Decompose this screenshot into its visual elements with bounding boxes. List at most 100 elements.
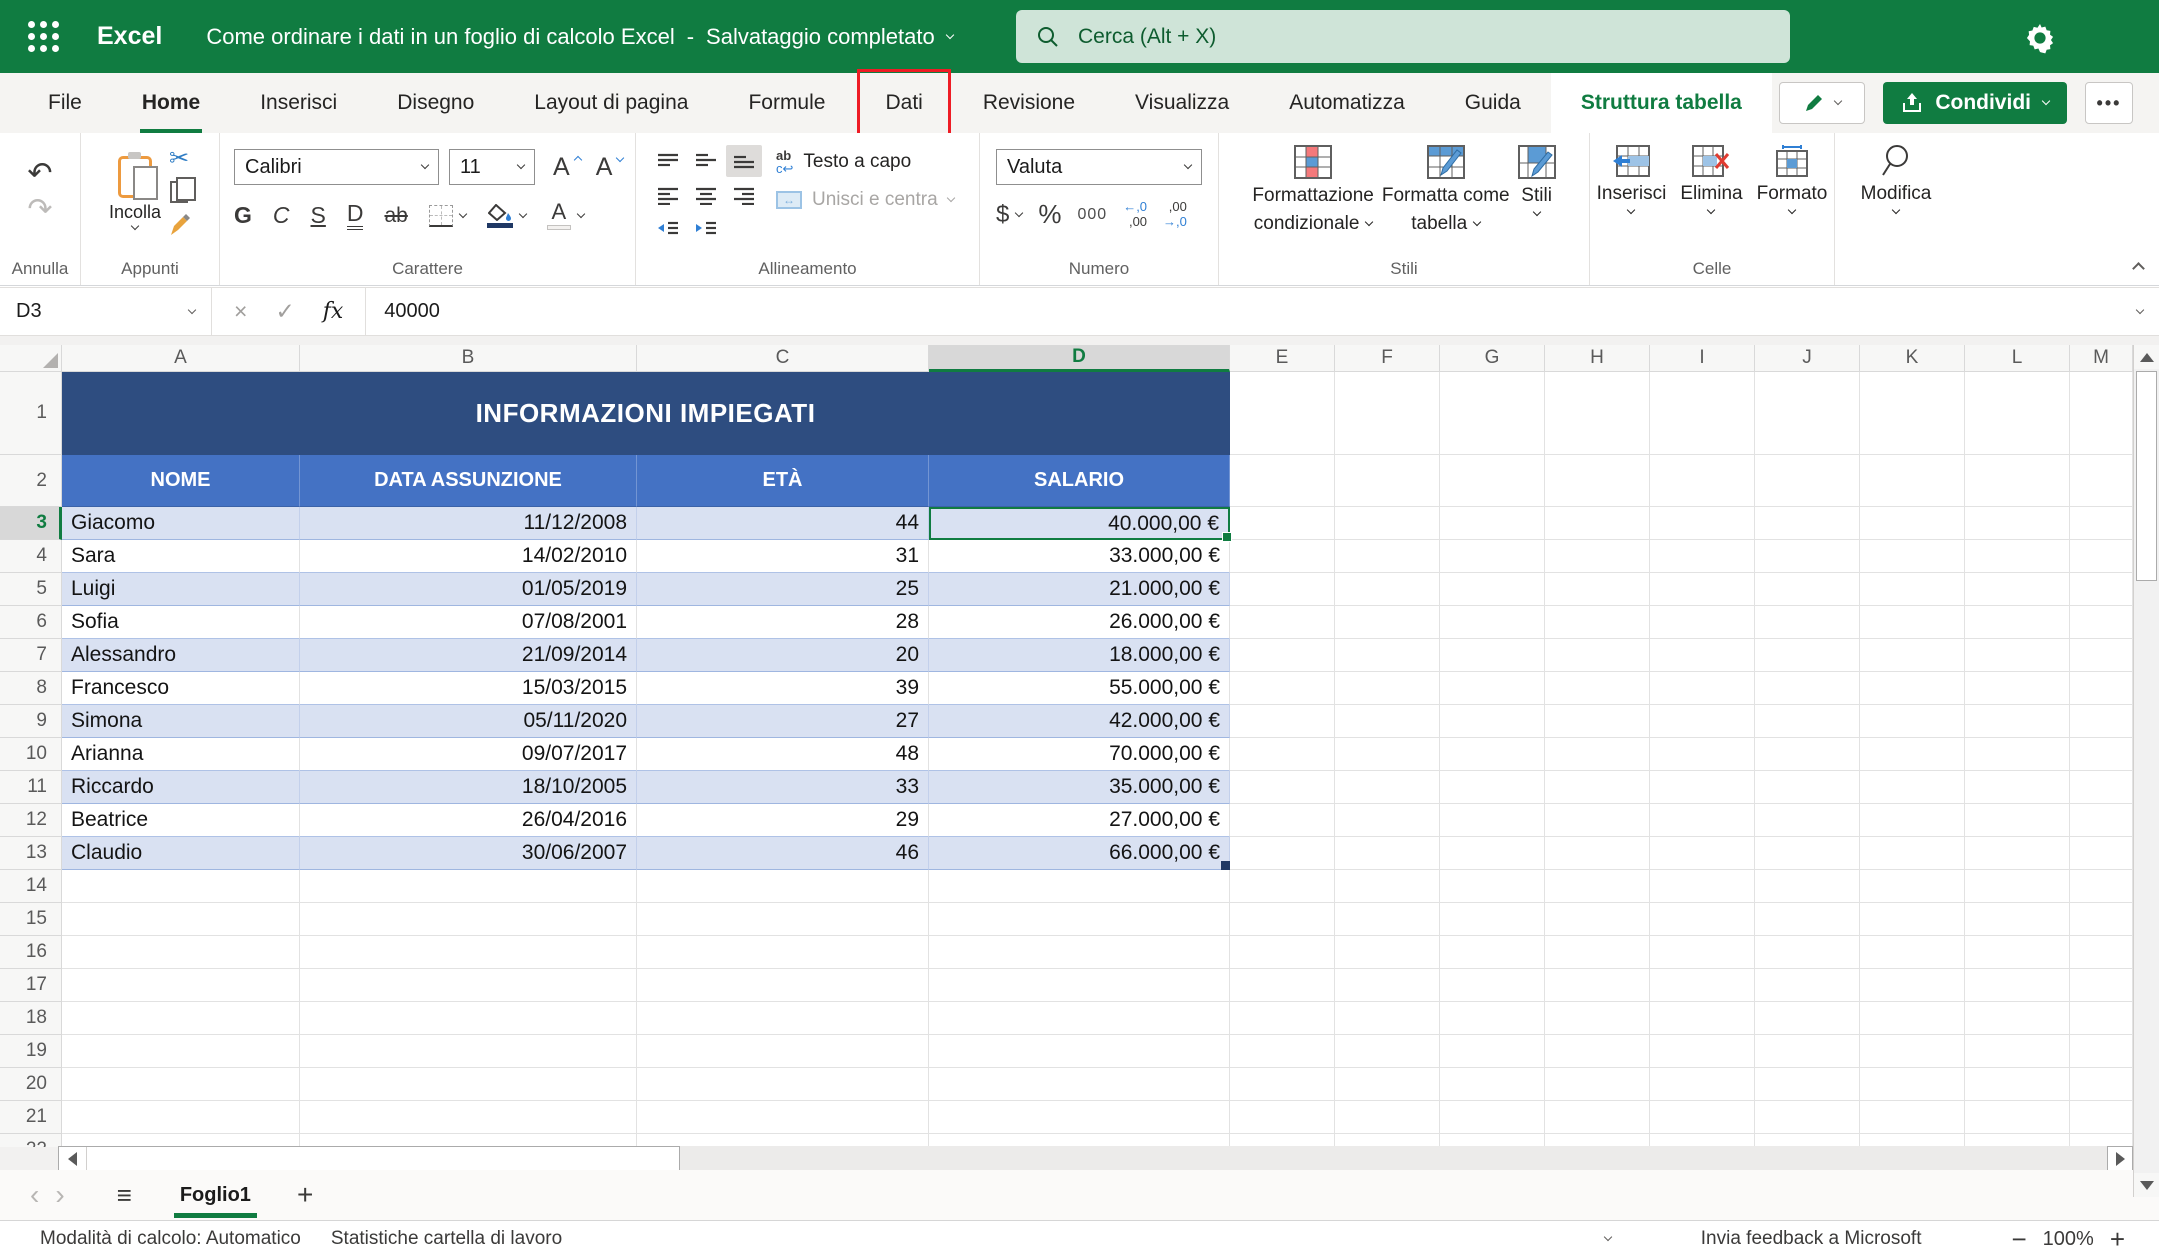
cell-G12[interactable] (1440, 804, 1545, 837)
cell-B16[interactable] (300, 936, 637, 969)
row-header-17[interactable]: 17 (0, 969, 62, 1002)
vertical-scrollbar-track[interactable] (2133, 345, 2159, 1197)
cell-B9[interactable]: 05/11/2020 (300, 705, 637, 738)
cell-M3[interactable] (2070, 507, 2133, 540)
tab-home[interactable]: Home (112, 73, 230, 133)
cell-J16[interactable] (1755, 936, 1860, 969)
cell-G6[interactable] (1440, 606, 1545, 639)
cell-D8[interactable]: 55.000,00 € (929, 672, 1230, 705)
cell-F20[interactable] (1335, 1068, 1440, 1101)
cell-L14[interactable] (1965, 870, 2070, 903)
align-bottom-button[interactable] (726, 145, 762, 177)
cell-L8[interactable] (1965, 672, 2070, 705)
cell-K6[interactable] (1860, 606, 1965, 639)
cell-D19[interactable] (929, 1035, 1230, 1068)
cell-H3[interactable] (1545, 507, 1650, 540)
cell-L21[interactable] (1965, 1101, 2070, 1134)
cell-J11[interactable] (1755, 771, 1860, 804)
editing-mode-button[interactable] (1779, 82, 1865, 124)
align-right-button[interactable] (726, 179, 762, 211)
cell-I13[interactable] (1650, 837, 1755, 870)
cell-J19[interactable] (1755, 1035, 1860, 1068)
cell-E10[interactable] (1230, 738, 1335, 771)
cell-E7[interactable] (1230, 639, 1335, 672)
cell-B7[interactable]: 21/09/2014 (300, 639, 637, 672)
cell-F2[interactable] (1335, 455, 1440, 507)
cell-K14[interactable] (1860, 870, 1965, 903)
cell-J10[interactable] (1755, 738, 1860, 771)
cell-L2[interactable] (1965, 455, 2070, 507)
row-header-6[interactable]: 6 (0, 606, 62, 639)
cell-G20[interactable] (1440, 1068, 1545, 1101)
cell-I18[interactable] (1650, 1002, 1755, 1035)
cell-L15[interactable] (1965, 903, 2070, 936)
cell-M18[interactable] (2070, 1002, 2133, 1035)
cell-B10[interactable]: 09/07/2017 (300, 738, 637, 771)
cell-F13[interactable] (1335, 837, 1440, 870)
cell-L20[interactable] (1965, 1068, 2070, 1101)
cell-L18[interactable] (1965, 1002, 2070, 1035)
cell-G10[interactable] (1440, 738, 1545, 771)
cell-E17[interactable] (1230, 969, 1335, 1002)
cell-F16[interactable] (1335, 936, 1440, 969)
cell-G19[interactable] (1440, 1035, 1545, 1068)
cell-L1[interactable] (1965, 372, 2070, 455)
cell-G1[interactable] (1440, 372, 1545, 455)
cell-K4[interactable] (1860, 540, 1965, 573)
cell-G4[interactable] (1440, 540, 1545, 573)
cell-G2[interactable] (1440, 455, 1545, 507)
cell-K10[interactable] (1860, 738, 1965, 771)
horizontal-scrollbar[interactable] (58, 1146, 680, 1172)
collapse-ribbon-button[interactable] (2132, 262, 2145, 275)
cell-K18[interactable] (1860, 1002, 1965, 1035)
cell-B20[interactable] (300, 1068, 637, 1101)
column-header-F[interactable]: F (1335, 345, 1440, 372)
column-header-B[interactable]: B (300, 345, 637, 372)
cell-A13[interactable]: Claudio (62, 837, 300, 870)
cell-G17[interactable] (1440, 969, 1545, 1002)
zoom-out-button[interactable]: − (2001, 1226, 2036, 1252)
cell-B21[interactable] (300, 1101, 637, 1134)
cell-I1[interactable] (1650, 372, 1755, 455)
cell-C10[interactable]: 48 (637, 738, 929, 771)
cell-L17[interactable] (1965, 969, 2070, 1002)
merge-center-button[interactable]: ↔ Unisci e centra (776, 189, 954, 211)
number-format-select[interactable]: Valuta (996, 149, 1202, 185)
calculation-mode-status[interactable]: Modalità di calcolo: Automatico (40, 1228, 301, 1250)
column-header-K[interactable]: K (1860, 345, 1965, 372)
delete-cells-button[interactable]: Elimina (1680, 145, 1742, 213)
cell-M21[interactable] (2070, 1101, 2133, 1134)
table-header-B2[interactable]: DATA ASSUNZIONE (300, 455, 637, 507)
column-header-J[interactable]: J (1755, 345, 1860, 372)
cell-I21[interactable] (1650, 1101, 1755, 1134)
borders-button[interactable] (429, 205, 466, 227)
cell-E15[interactable] (1230, 903, 1335, 936)
cell-C17[interactable] (637, 969, 929, 1002)
select-all-corner[interactable] (0, 345, 62, 372)
cell-K21[interactable] (1860, 1101, 1965, 1134)
cell-E11[interactable] (1230, 771, 1335, 804)
cell-D12[interactable]: 27.000,00 € (929, 804, 1230, 837)
cell-I12[interactable] (1650, 804, 1755, 837)
column-header-E[interactable]: E (1230, 345, 1335, 372)
cell-A15[interactable] (62, 903, 300, 936)
cell-H8[interactable] (1545, 672, 1650, 705)
cell-C18[interactable] (637, 1002, 929, 1035)
cell-M8[interactable] (2070, 672, 2133, 705)
cell-E6[interactable] (1230, 606, 1335, 639)
expand-formula-bar-chevron-icon[interactable] (2136, 305, 2144, 313)
cell-C21[interactable] (637, 1101, 929, 1134)
fill-color-button[interactable] (487, 204, 526, 228)
cell-H4[interactable] (1545, 540, 1650, 573)
bold-button[interactable]: G (234, 202, 252, 229)
tab-layout-di-pagina[interactable]: Layout di pagina (504, 73, 718, 133)
cell-M5[interactable] (2070, 573, 2133, 606)
cell-M15[interactable] (2070, 903, 2133, 936)
cell-J4[interactable] (1755, 540, 1860, 573)
cell-E13[interactable] (1230, 837, 1335, 870)
cell-H13[interactable] (1545, 837, 1650, 870)
cell-C4[interactable]: 31 (637, 540, 929, 573)
cell-A17[interactable] (62, 969, 300, 1002)
cell-D21[interactable] (929, 1101, 1230, 1134)
cell-A20[interactable] (62, 1068, 300, 1101)
